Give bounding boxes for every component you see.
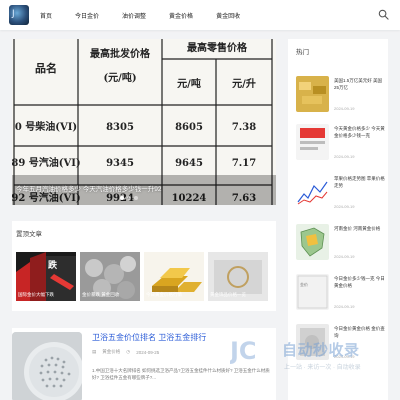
hdr-retail-liter: 元/升: [232, 77, 256, 90]
article-category[interactable]: 黄金价格: [102, 349, 120, 355]
hero-slider[interactable]: 品名 最高批发价格 (元/吨) 最高零售价格 元/吨 元/升 0 号柴油(VI)…: [12, 39, 276, 205]
pinned-card-caption: 黄金饰品价格一览: [210, 292, 246, 297]
row-0-per-ton: 8605: [175, 122, 203, 133]
nav-oil-price[interactable]: 油价调整: [122, 11, 146, 20]
row-1-wholesale: 9345: [106, 158, 134, 169]
hot-item[interactable]: 河南金价 河南黄金价格 2024-09-19: [296, 224, 384, 260]
nav-gold-today[interactable]: 今日金价: [75, 11, 99, 20]
article-excerpt: 1.中国卫浴十大名牌排名 如何挑选卫浴产品?卫浴五金挂件什么材质好? 卫浴五金什…: [92, 368, 270, 380]
logo-mark: J: [12, 9, 15, 19]
article-card[interactable]: 卫浴五金价位排名 卫浴五金排行 ▤ 黄金价格 ◷ 2024-09-25 1.中国…: [12, 328, 276, 400]
pinned-card-caption: 金价暴跌 黄金回收: [82, 292, 120, 297]
sidebar-hot: 热门 美国1.5万亿美元好 美国25万亿 2024-09-19 今天黄金价格多少…: [288, 39, 388, 400]
hot-item-date: 2024-09-19: [334, 154, 355, 159]
pinned-card-caption: 国际金价大幅下跌: [18, 292, 54, 297]
svg-text:跌: 跌: [48, 259, 58, 271]
hot-thumbnail: [296, 224, 329, 260]
pinned-card[interactable]: 跌 国际金价大幅下跌: [16, 252, 76, 301]
pinned-card[interactable]: 金价暴跌 黄金回收: [80, 252, 140, 301]
hot-thumbnail: [296, 324, 329, 360]
row-1-per-ton: 9645: [175, 158, 203, 169]
hot-item[interactable]: 今日金价黄金价格 金价查询 2024-09-19: [296, 324, 385, 360]
row-0-wholesale: 8305: [106, 122, 134, 133]
sidebar-title: 热门: [296, 49, 309, 56]
hot-item[interactable]: 今天黄金价格多少 今天黄金价格多少钱一克 2024-09-19: [296, 124, 385, 160]
pinned-card[interactable]: 黄金饰品价格一览: [208, 252, 268, 301]
row-1-name: 89 号汽油(VI): [12, 156, 81, 169]
folder-icon: ▤: [92, 349, 97, 354]
clock-icon: ◷: [126, 349, 131, 354]
hot-item-title: 今天黄金价格多少 今天黄金价格多少钱一克: [334, 126, 385, 138]
pinned-card-caption: 今日黄金价格行情: [146, 292, 182, 297]
hot-thumbnail: [296, 76, 329, 112]
pinned-card[interactable]: 今日黄金价格行情: [144, 252, 204, 301]
article-title[interactable]: 卫浴五金价位排名 卫浴五金排行: [92, 332, 206, 343]
site-logo[interactable]: J: [9, 5, 29, 25]
hot-item[interactable]: 苹果价格走势图 苹果价格走势 2024-09-19: [296, 174, 385, 210]
shower-head-image: [12, 332, 82, 400]
main-nav: 首页 今日金价 油价调整 黄金价格 黄金回收: [40, 0, 263, 30]
article-thumbnail[interactable]: [12, 332, 82, 400]
hot-thumbnail: [296, 174, 329, 210]
hot-item[interactable]: 金价 今日金价多少钱一克 今日黄金价格 2024-09-19: [296, 274, 385, 310]
row-0-per-liter: 7.38: [232, 122, 256, 133]
hot-item-title: 美国1.5万亿美元好 美国25万亿: [334, 78, 383, 90]
hot-item-date: 2024-09-19: [334, 106, 355, 111]
hdr-wholesale: 最高批发价格: [90, 47, 151, 60]
hot-item-title: 今日金价黄金价格 金价查询: [334, 326, 385, 338]
pinned-articles: 置顶文章 跌 国际金价大幅下跌 金价暴跌 黄金回收 今日黄金价格行情 黄金饰品价…: [12, 221, 276, 311]
pinned-title: 置顶文章: [16, 231, 42, 238]
row-0-name: 0 号柴油(VI): [15, 120, 77, 133]
slider-dots: [120, 196, 138, 200]
hot-item-title: 今日金价多少钱一克 今日黄金价格: [334, 276, 385, 288]
hdr-retail: 最高零售价格: [187, 41, 248, 54]
hdr-retail-ton: 元/吨: [177, 77, 201, 90]
slider-dot[interactable]: [127, 196, 131, 200]
search-icon[interactable]: [378, 9, 389, 20]
hdr-wholesale-unit: (元/吨): [103, 71, 136, 84]
oil-price-table-image: 品名 最高批发价格 (元/吨) 最高零售价格 元/吨 元/升 0 号柴油(VI)…: [12, 39, 276, 205]
row-1-per-liter: 7.17: [232, 158, 256, 169]
hot-item-date: 2024-09-19: [334, 304, 355, 309]
nav-home[interactable]: 首页: [40, 11, 52, 20]
svg-text:金价: 金价: [300, 281, 308, 287]
hot-thumbnail: [296, 124, 329, 160]
hdr-product: 品名: [35, 61, 57, 75]
hot-item-date: 2024-09-19: [334, 204, 355, 209]
hot-item[interactable]: 美国1.5万亿美元好 美国25万亿 2024-09-19: [296, 76, 384, 112]
nav-gold-price[interactable]: 黄金价格: [169, 11, 193, 20]
nav-gold-recycle[interactable]: 黄金回收: [216, 11, 240, 20]
hot-item-date: 2024-09-19: [334, 354, 355, 359]
hot-item-title: 苹果价格走势图 苹果价格走势: [334, 176, 385, 188]
hot-item-date: 2024-09-19: [334, 254, 355, 259]
article-meta: ▤ 黄金价格 ◷ 2024-09-25: [92, 349, 159, 355]
slider-dot[interactable]: [134, 196, 138, 200]
hot-item-title: 河南金价 河南黄金价格: [334, 226, 381, 231]
hero-caption[interactable]: 今年五月汽油价格多少 今天汽油价格多少钱一升92: [16, 183, 162, 193]
article-date: 2024-09-25: [136, 349, 160, 355]
hot-thumbnail: 金价: [296, 274, 329, 310]
top-navbar: J 首页 今日金价 油价调整 黄金价格 黄金回收: [0, 0, 400, 30]
slider-dot[interactable]: [120, 196, 124, 200]
